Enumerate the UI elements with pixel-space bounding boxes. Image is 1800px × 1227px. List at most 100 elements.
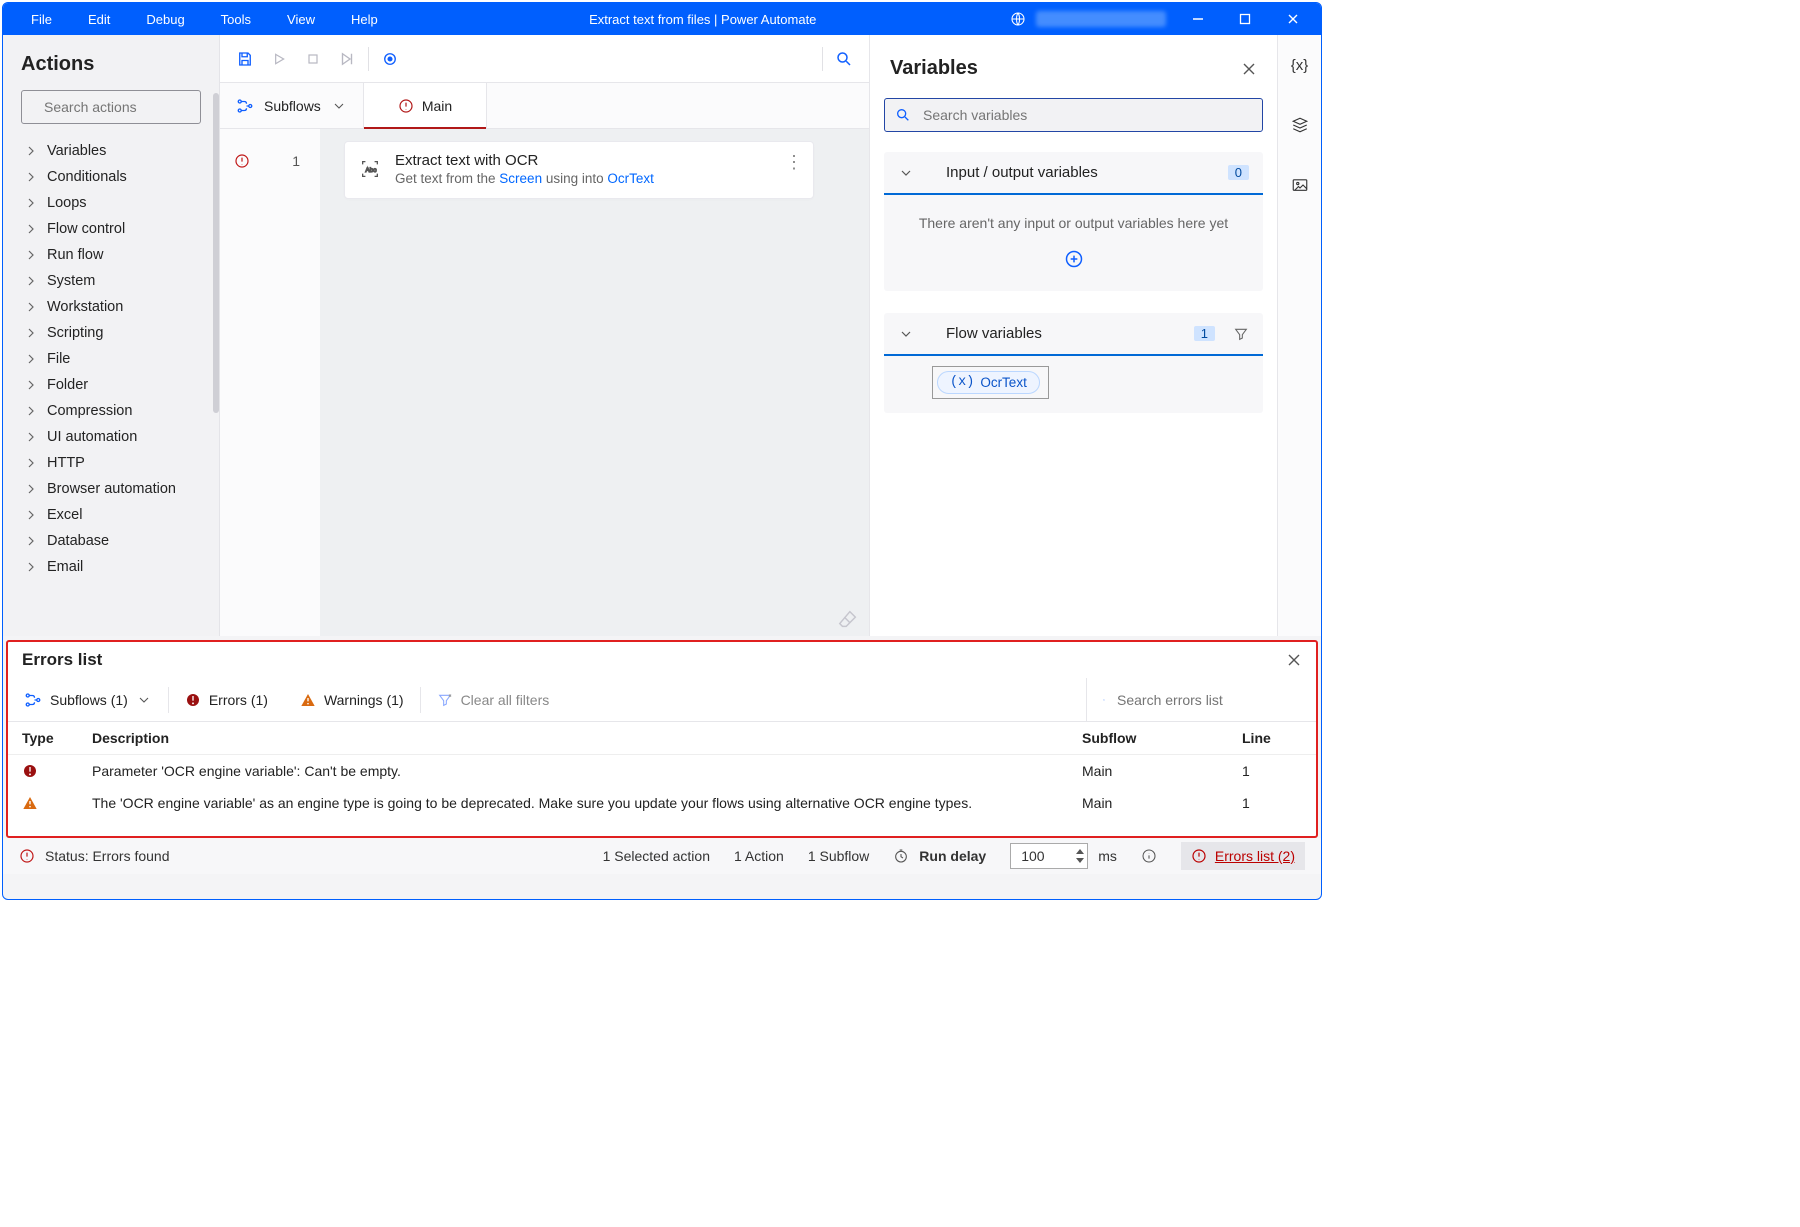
menu-file[interactable]: File [13,6,70,33]
status-subflows: 1 Subflow [808,848,869,864]
spin-up-icon[interactable] [1075,848,1085,856]
io-variables-header[interactable]: Input / output variables 0 [884,152,1263,195]
action-group-database[interactable]: Database [3,528,217,554]
step-subtitle: Get text from the Screen using into OcrT… [395,171,654,186]
flow-variable-chip[interactable]: (x)OcrText [932,366,1049,399]
window-title: Extract text from files | Power Automate [396,12,1010,27]
designer-canvas[interactable]: Abc Extract text with OCR Get text from … [320,129,869,636]
chevron-right-icon [23,195,39,211]
action-group-workstation[interactable]: Workstation [3,294,217,320]
variables-close-button[interactable] [1241,61,1257,77]
error-row[interactable]: Parameter 'OCR engine variable': Can't b… [8,755,1316,787]
actions-search[interactable] [21,90,201,124]
action-group-ui-automation[interactable]: UI automation [3,424,217,450]
errors-list-link[interactable]: Errors list (2) [1181,842,1305,870]
flow-variables-panel: Flow variables 1 (x)OcrText [884,313,1263,413]
status-text: Status: Errors found [45,848,170,864]
title-bar: FileEditDebugToolsViewHelp Extract text … [3,3,1321,35]
filter-icon[interactable] [1233,326,1249,342]
chevron-right-icon [23,507,39,523]
errors-header-row: Type Description Subflow Line [8,722,1316,755]
action-group-system[interactable]: System [3,268,217,294]
spin-down-icon[interactable] [1075,856,1085,864]
scrollbar-thumb[interactable] [213,93,219,413]
action-group-flow-control[interactable]: Flow control [3,216,217,242]
subflows-dropdown[interactable]: Subflows [220,83,364,128]
errors-close-button[interactable] [1286,652,1302,668]
chevron-right-icon [23,403,39,419]
io-variables-empty: There aren't any input or output variabl… [898,215,1249,231]
action-group-email[interactable]: Email [3,554,217,580]
warnings-filter[interactable]: Warnings (1) [284,692,420,708]
action-group-compression[interactable]: Compression [3,398,217,424]
ocr-icon: Abc [359,152,381,180]
run-button[interactable] [262,41,296,77]
save-button[interactable] [228,41,262,77]
clear-filters-button[interactable]: Clear all filters [421,692,566,708]
rail-images-icon[interactable] [1284,169,1316,201]
search-icon [1103,692,1105,708]
variables-search[interactable] [884,98,1263,132]
maximize-button[interactable] [1223,3,1267,35]
actions-title: Actions [21,53,201,76]
menu-debug[interactable]: Debug [128,6,202,33]
errors-subflows-filter[interactable]: Subflows (1) [8,691,168,709]
errors-search[interactable] [1086,678,1316,721]
delay-label: Run delay [919,848,986,864]
line-error-icon [234,153,250,169]
actions-search-input[interactable] [42,98,227,116]
errors-title: Errors list [22,650,102,670]
stop-button[interactable] [296,41,330,77]
chevron-right-icon [23,221,39,237]
menu-edit[interactable]: Edit [70,6,128,33]
rail-variables-icon[interactable]: {x} [1284,49,1316,81]
minimize-button[interactable] [1176,3,1220,35]
action-group-http[interactable]: HTTP [3,450,217,476]
globe-icon[interactable] [1010,11,1026,27]
flow-variables-header[interactable]: Flow variables 1 [884,313,1263,356]
action-group-run-flow[interactable]: Run flow [3,242,217,268]
rail-layers-icon[interactable] [1284,109,1316,141]
account-info [1036,11,1166,27]
chevron-right-icon [23,299,39,315]
action-group-loops[interactable]: Loops [3,190,217,216]
action-group-folder[interactable]: Folder [3,372,217,398]
toolbar-search-button[interactable] [827,41,861,77]
subflows-label: Subflows [264,98,321,114]
record-button[interactable] [373,41,407,77]
close-button[interactable] [1271,3,1315,35]
io-variables-count: 0 [1228,165,1249,180]
chevron-right-icon [23,143,39,159]
action-group-excel[interactable]: Excel [3,502,217,528]
error-row[interactable]: The 'OCR engine variable' as an engine t… [8,787,1316,819]
step-more-button[interactable]: ⋮ [785,152,803,173]
chevron-down-icon [331,98,347,114]
action-group-scripting[interactable]: Scripting [3,320,217,346]
action-group-variables[interactable]: Variables [3,138,217,164]
action-group-conditionals[interactable]: Conditionals [3,164,217,190]
errors-search-input[interactable] [1115,691,1300,709]
action-group-file[interactable]: File [3,346,217,372]
menu-tools[interactable]: Tools [203,6,269,33]
flow-step-ocr[interactable]: Abc Extract text with OCR Get text from … [344,141,814,199]
variables-search-input[interactable] [921,106,1252,124]
chevron-down-icon [898,165,914,181]
menu-help[interactable]: Help [333,6,396,33]
designer-area: Subflows Main 1 Abc [220,35,869,636]
status-selected: 1 Selected action [603,848,710,864]
menu-view[interactable]: View [269,6,333,33]
delay-input[interactable]: 100 [1010,843,1088,869]
status-actions: 1 Action [734,848,784,864]
eraser-icon[interactable] [837,608,859,630]
action-group-browser-automation[interactable]: Browser automation [3,476,217,502]
info-icon[interactable] [1141,848,1157,864]
errors-filter[interactable]: Errors (1) [169,692,284,708]
step-button[interactable] [330,41,364,77]
chevron-down-icon [136,692,152,708]
add-io-variable-button[interactable] [898,249,1249,269]
chevron-right-icon [23,429,39,445]
flow-variables-count: 1 [1194,326,1215,341]
tab-main-label: Main [422,98,452,114]
actions-pane: Actions VariablesConditionalsLoopsFlow c… [3,35,220,636]
tab-main[interactable]: Main [364,83,487,128]
